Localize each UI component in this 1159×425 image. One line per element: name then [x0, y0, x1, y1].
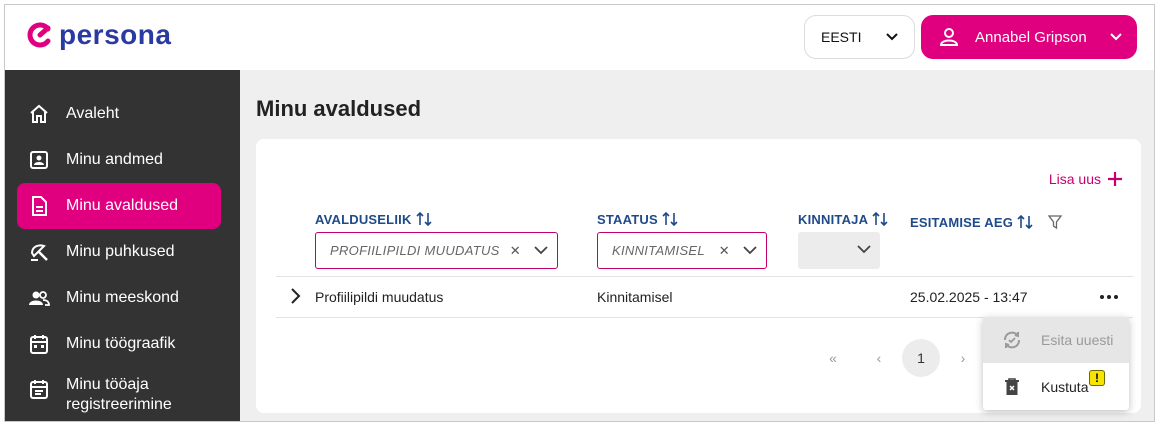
page-number: 1 — [902, 339, 940, 377]
sidebar-item-label: Minu töögraafik — [66, 335, 176, 352]
column-header-label: KINNITAJA — [798, 211, 869, 227]
double-chevron-left-icon: « — [829, 350, 837, 366]
beach-umbrella-icon — [27, 240, 51, 264]
first-page-button[interactable]: « — [818, 339, 848, 377]
sidebar-item-minu-avaldused[interactable]: Minu avaldused — [17, 183, 221, 229]
document-icon — [27, 194, 51, 218]
table-divider — [276, 276, 1133, 277]
previous-page-button[interactable]: ‹ — [866, 339, 892, 377]
chevron-right-icon[interactable] — [288, 287, 302, 305]
id-card-icon — [27, 148, 51, 172]
filter-value: KINNITAMISEL — [612, 243, 705, 258]
column-header-esitamise-aeg[interactable]: ESITAMISE AEG — [910, 214, 1063, 230]
menu-item-label: Esita uuesti — [1041, 332, 1114, 348]
sidebar-item-label: Avaleht — [66, 105, 120, 122]
sidebar-item-avaleht[interactable]: Avaleht — [17, 91, 221, 137]
sort-icon — [872, 211, 888, 227]
sidebar-item-label: Minu andmed — [66, 151, 163, 168]
filter-icon[interactable] — [1047, 214, 1063, 230]
language-value: EESTI — [821, 29, 862, 45]
chevron-down-icon — [857, 245, 871, 254]
sidebar: Avaleht Minu andmed Minu avaldused Minu … — [5, 70, 240, 421]
menu-item-kustuta[interactable]: Kustuta ! — [983, 364, 1129, 410]
chevron-down-icon — [886, 33, 899, 41]
more-options-icon[interactable] — [1099, 287, 1119, 307]
menu-item-esita-uuesti[interactable]: Esita uuesti — [983, 317, 1129, 363]
column-header-staatus[interactable]: STAATUS — [597, 211, 678, 227]
home-icon — [27, 102, 51, 126]
sidebar-item-label: Minu avaldused — [66, 197, 179, 214]
column-header-label: AVALDUSELIIK — [315, 211, 412, 227]
column-header-label: ESITAMISE AEG — [910, 214, 1014, 230]
chevron-down-icon — [743, 246, 757, 255]
cell-submitted: 25.02.2025 - 13:47 — [910, 289, 1028, 305]
timesheet-icon — [27, 377, 51, 401]
column-header-avalduseliik[interactable]: AVALDUSELIIK — [315, 211, 432, 227]
app-window: persona EESTI Annabel Gripson Avaleht Mi… — [4, 4, 1155, 422]
sidebar-item-label: Minu meeskond — [66, 289, 179, 306]
chevron-right-icon: › — [960, 350, 966, 366]
clear-filter-icon[interactable]: ✕ — [510, 243, 521, 259]
sidebar-item-label: Minu tööaja registreerimine — [66, 375, 172, 415]
row-context-menu: Esita uuesti Kustuta ! — [983, 317, 1129, 410]
add-new-button[interactable]: Lisa uus — [1049, 171, 1123, 187]
filter-avalduseliik[interactable]: PROFIILIPILDI MUUDATUS ✕ — [315, 232, 558, 269]
logo-text: persona — [59, 19, 172, 50]
sort-icon — [662, 211, 678, 227]
team-icon — [27, 286, 51, 310]
chevron-left-icon: ‹ — [876, 350, 882, 366]
plus-icon — [1108, 172, 1122, 186]
chevron-down-icon — [1110, 33, 1122, 41]
add-new-label: Lisa uus — [1048, 171, 1101, 187]
page-number-button[interactable]: 1 — [902, 339, 940, 377]
cell-type: Profiilipildi muudatus — [315, 289, 444, 305]
user-name: Annabel Gripson — [975, 28, 1087, 46]
resubmit-icon — [1001, 329, 1023, 351]
warning-badge: ! — [1089, 370, 1105, 386]
user-menu-button[interactable]: Annabel Gripson — [921, 15, 1137, 59]
sidebar-item-minu-andmed[interactable]: Minu andmed — [17, 137, 221, 183]
column-header-kinnitaja[interactable]: KINNITAJA — [798, 211, 888, 227]
calendar-icon — [27, 332, 51, 356]
persona-logo-icon — [27, 22, 51, 48]
trash-icon — [1001, 377, 1023, 397]
sidebar-item-label-line1: Minu tööaja — [66, 376, 149, 393]
sort-icon — [1017, 214, 1033, 230]
top-header: persona EESTI Annabel Gripson — [5, 5, 1154, 70]
clear-filter-icon[interactable]: ✕ — [719, 243, 730, 259]
sort-icon — [415, 211, 432, 227]
cell-status: Kinnitamisel — [597, 289, 673, 305]
sidebar-item-minu-puhkused[interactable]: Minu puhkused — [17, 229, 221, 275]
sidebar-item-minu-meeskond[interactable]: Minu meeskond — [17, 275, 221, 321]
sidebar-item-minu-tooaja-registreerimine[interactable]: Minu tööaja registreerimine — [17, 375, 221, 421]
sidebar-item-label-line2: registreerimine — [66, 396, 172, 413]
next-page-button[interactable]: › — [950, 339, 976, 377]
persona-logo[interactable]: persona — [27, 19, 171, 51]
user-icon — [939, 28, 959, 46]
chevron-down-icon — [534, 246, 548, 255]
filter-value: PROFIILIPILDI MUUDATUS — [330, 243, 500, 258]
filter-staatus[interactable]: KINNITAMISEL ✕ — [597, 232, 767, 269]
language-selector[interactable]: EESTI — [804, 15, 915, 59]
sidebar-item-label: Minu puhkused — [66, 243, 175, 260]
filter-kinnitaja[interactable] — [798, 232, 880, 269]
column-header-label: STAATUS — [597, 211, 658, 227]
page-title: Minu avaldused — [256, 96, 422, 121]
sidebar-item-minu-toograafik[interactable]: Minu töögraafik — [17, 321, 221, 367]
menu-item-label: Kustuta — [1041, 379, 1089, 395]
